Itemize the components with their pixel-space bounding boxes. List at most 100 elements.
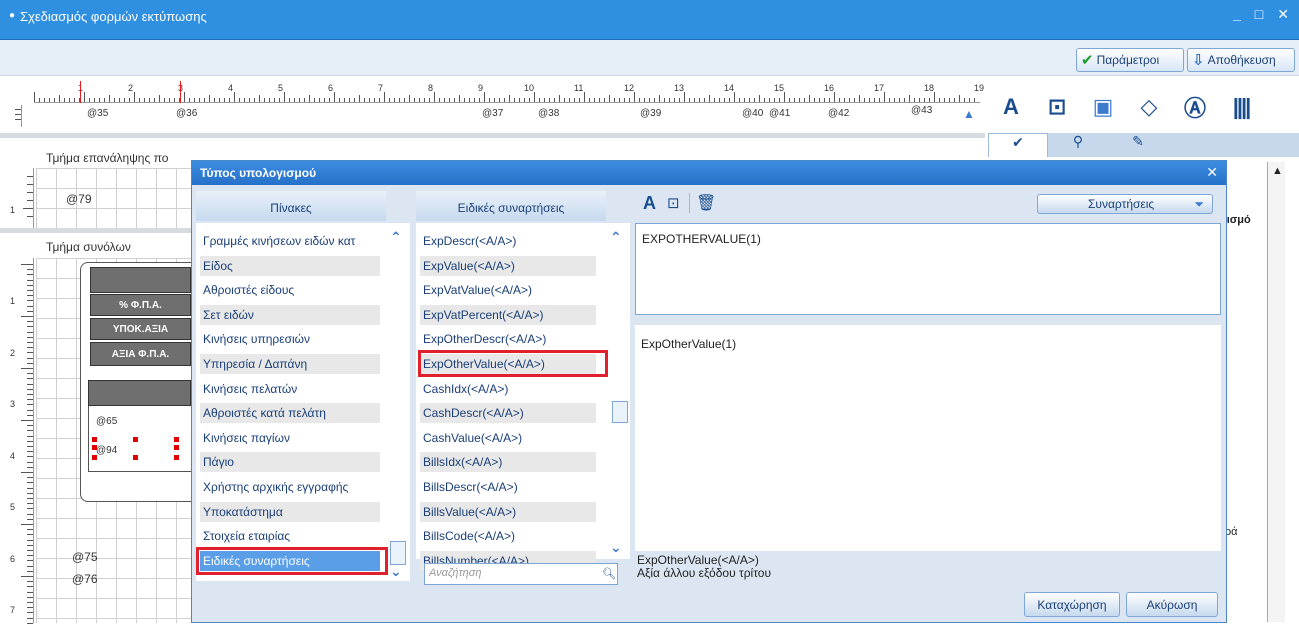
tab-check[interactable]: ✔ <box>988 133 1048 157</box>
list-item[interactable]: Σετ ειδών <box>200 304 380 325</box>
close-icon[interactable]: ✕ <box>1277 6 1289 23</box>
tables-scroll-up-icon[interactable]: ⌃ <box>390 229 402 246</box>
totals-inner-header[interactable] <box>88 380 191 406</box>
tables-scroll-thumb[interactable] <box>390 541 406 565</box>
chevron-up-icon[interactable]: ▲ <box>963 107 975 121</box>
ruler-tick <box>694 98 695 102</box>
list-item[interactable]: CashValue(<A/A>) <box>420 428 596 448</box>
list-item[interactable]: Υπηρεσία / Δαπάνη <box>200 354 380 374</box>
properties-scrollbar[interactable]: ▲ <box>1267 162 1285 622</box>
horizontal-ruler[interactable]: 12345678910111213141516171819 <box>34 83 984 103</box>
ruler-tick <box>259 95 260 102</box>
maximize-icon[interactable]: □ <box>1255 6 1263 23</box>
list-item[interactable]: Πάγιο <box>200 452 380 473</box>
list-item[interactable]: ExpOtherDescr(<A/A>) <box>420 329 596 349</box>
list-item[interactable]: Αθροιστές είδους <box>200 280 380 300</box>
ruler-field[interactable]: @39 <box>640 108 661 119</box>
ruler-tick <box>144 98 145 102</box>
ruler-tick <box>344 98 345 102</box>
selection-handle[interactable] <box>92 445 97 450</box>
ruler-tick <box>304 98 305 102</box>
selection-handle[interactable] <box>133 437 138 442</box>
tab-search[interactable]: ⚲ <box>1048 133 1108 157</box>
list-item[interactable]: Χρήστης αρχικής εγγραφής <box>200 477 380 497</box>
scroll-up-icon[interactable]: ▲ <box>1272 165 1283 177</box>
list-item[interactable]: Κινήσεις παγίων <box>200 428 380 448</box>
list-item[interactable]: ExpDescr(<A/A>) <box>420 231 596 251</box>
list-item[interactable]: Υποκατάστημα <box>200 501 380 522</box>
delete-icon[interactable]: 🗑︎ <box>689 193 716 213</box>
subtotal-label[interactable]: ΥΠΟΚ.ΑΞΙΑ <box>90 318 191 340</box>
ruler-tick <box>374 98 375 102</box>
field-icon[interactable]: ⊡ <box>667 194 680 212</box>
ruler-field[interactable]: @37 <box>482 108 503 119</box>
barcode-icon[interactable]: |||| <box>1218 94 1264 120</box>
ruler-tick <box>21 524 33 525</box>
list-item[interactable]: ExpValue(<A/A>) <box>420 255 596 276</box>
text-icon[interactable]: A <box>643 193 656 214</box>
list-item[interactable]: BillsCode(<A/A>) <box>420 526 596 546</box>
tab-edit[interactable]: ✎ <box>1108 133 1168 157</box>
selection-handle[interactable] <box>174 437 179 442</box>
list-item[interactable]: Είδος <box>200 255 380 276</box>
list-item[interactable]: ExpVatPercent(<A/A>) <box>420 304 596 325</box>
field-79[interactable]: @79 <box>66 192 92 206</box>
ruler-tick <box>509 95 510 102</box>
functions-scroll-up-icon[interactable]: ⌃ <box>610 229 622 246</box>
ruler-field[interactable]: @35 <box>87 108 108 119</box>
search-input[interactable]: Αναζήτηση <box>424 563 618 585</box>
list-item[interactable]: BillsDescr(<A/A>) <box>420 477 596 497</box>
selection-handle[interactable] <box>174 455 179 460</box>
tables-scroll-down-icon[interactable]: ⌄ <box>390 563 402 580</box>
functions-scroll-down-icon[interactable]: ⌄ <box>610 539 622 556</box>
field-65[interactable]: @65 <box>96 416 117 427</box>
functions-dropdown[interactable]: Συναρτήσεις ⏷ <box>1037 194 1213 214</box>
list-item[interactable]: Κινήσεις πελατών <box>200 379 380 399</box>
ruler-field[interactable]: @43 <box>911 105 932 116</box>
ruler-field[interactable]: @36 <box>176 108 197 119</box>
functions-scroll-thumb[interactable] <box>612 401 628 423</box>
selection-handle[interactable] <box>92 437 97 442</box>
selection-handle[interactable] <box>133 455 138 460</box>
minimize-icon[interactable]: _ <box>1233 6 1241 23</box>
ruler-tick <box>514 98 515 102</box>
ruler-field[interactable]: @38 <box>538 108 559 119</box>
ruler-field[interactable]: @41 <box>769 108 790 119</box>
field-76[interactable]: @76 <box>72 572 98 586</box>
ok-button[interactable]: Καταχώρηση <box>1024 592 1120 617</box>
totals-header-box[interactable] <box>90 267 191 293</box>
expression-editor[interactable]: EXPOTHERVALUE(1) <box>635 223 1221 315</box>
ruler-tick <box>124 98 125 102</box>
cancel-button[interactable]: Ακύρωση <box>1126 592 1218 617</box>
ruler-tick <box>819 98 820 102</box>
field-75[interactable]: @75 <box>72 550 98 564</box>
framed-text-icon[interactable]: Ⓐ <box>1172 91 1218 123</box>
list-item[interactable]: Στοιχεία εταιρίας <box>200 526 380 546</box>
list-item[interactable]: BillsValue(<A/A>) <box>420 501 596 522</box>
ruler-field[interactable]: @42 <box>828 108 849 119</box>
save-button[interactable]: ⇩ Αποθήκευση <box>1187 48 1295 72</box>
text-icon[interactable]: A <box>988 94 1034 120</box>
image-icon[interactable]: ▣ <box>1080 94 1126 120</box>
list-item[interactable]: ExpVatValue(<A/A>) <box>420 280 596 300</box>
shape-icon[interactable]: ◇ <box>1126 94 1172 120</box>
ruler-marker[interactable] <box>180 81 181 103</box>
list-item[interactable]: Γραμμές κινήσεων ειδών κατ <box>200 231 380 251</box>
repeat-section-canvas[interactable] <box>36 168 191 228</box>
list-item[interactable]: CashIdx(<A/A>) <box>420 379 596 399</box>
list-item[interactable]: Κινήσεις υπηρεσιών <box>200 329 380 349</box>
list-item[interactable]: CashDescr(<A/A>) <box>420 403 596 424</box>
ruler-tick <box>27 518 33 520</box>
ruler-field[interactable]: @40 <box>742 108 763 119</box>
selection-handle[interactable] <box>92 455 97 460</box>
list-item[interactable]: BillsIdx(<A/A>) <box>420 452 596 473</box>
dialog-close-icon[interactable]: ✕ <box>1206 164 1218 181</box>
list-item[interactable]: Αθροιστές κατά πελάτη <box>200 403 380 424</box>
params-button[interactable]: ✔ Παράμετροι <box>1076 48 1184 72</box>
vat-percent-label[interactable]: % Φ.Π.Α. <box>90 294 191 316</box>
vat-value-label[interactable]: ΑΞΙΑ Φ.Π.Α. <box>90 342 191 366</box>
field-icon[interactable]: ⊡ <box>1034 94 1080 120</box>
ruler-marker[interactable] <box>80 81 81 103</box>
field-94[interactable]: @94 <box>96 445 117 456</box>
selection-handle[interactable] <box>174 445 179 450</box>
